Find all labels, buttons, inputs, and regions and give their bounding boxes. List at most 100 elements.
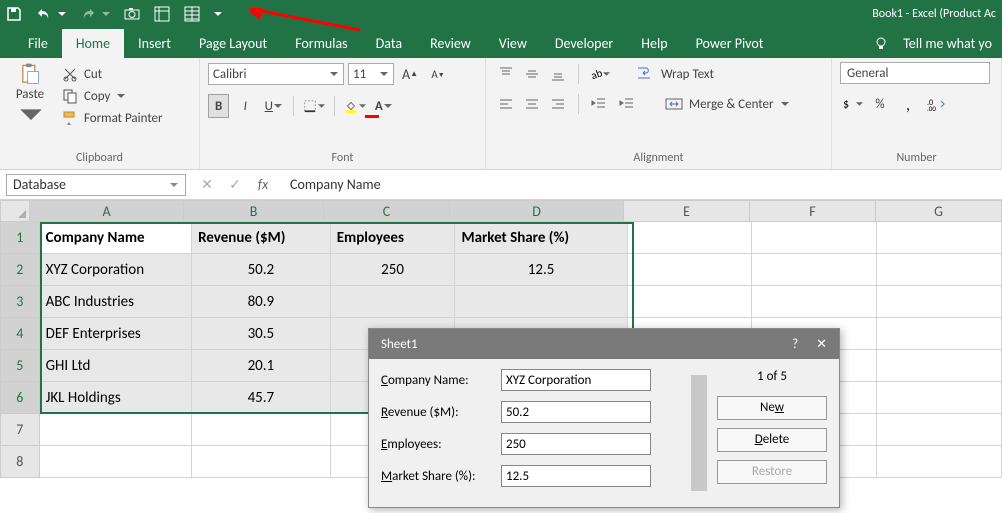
cell-G3[interactable]: [877, 286, 1002, 318]
dialog-delete-button[interactable]: Delete: [717, 428, 827, 452]
bold-button[interactable]: B: [208, 94, 229, 118]
camera-icon[interactable]: [124, 6, 140, 22]
form-input[interactable]: [501, 401, 651, 423]
cell-A3[interactable]: ABC Industries: [40, 286, 192, 318]
form-input[interactable]: [501, 369, 651, 391]
dialog-titlebar[interactable]: Sheet1 ? ✕: [369, 329, 839, 359]
row-header-2[interactable]: 2: [0, 254, 40, 286]
redo-dropdown-icon[interactable]: [102, 6, 110, 22]
cell-B5[interactable]: 20.1: [192, 350, 331, 382]
col-header-A[interactable]: A: [30, 200, 184, 222]
number-format-combo[interactable]: General: [840, 62, 990, 84]
cell-F1[interactable]: [752, 222, 877, 254]
col-header-G[interactable]: G: [876, 200, 1002, 222]
tab-power-pivot[interactable]: Power Pivot: [682, 29, 778, 58]
tab-help[interactable]: Help: [627, 29, 681, 58]
cell-G5[interactable]: [877, 350, 1002, 382]
paste-button[interactable]: Paste: [8, 63, 52, 125]
cell-A6[interactable]: JKL Holdings: [40, 382, 192, 414]
row-header-6[interactable]: 6: [0, 382, 40, 414]
merge-center-button[interactable]: Merge & Center: [659, 94, 795, 114]
cell-B1[interactable]: Revenue ($M): [192, 222, 331, 254]
cell-B3[interactable]: 80.9: [192, 286, 331, 318]
undo-icon[interactable]: [36, 6, 52, 22]
cell-D2[interactable]: 12.5: [455, 254, 627, 286]
cell-F3[interactable]: [752, 286, 877, 318]
align-left-icon[interactable]: [494, 92, 518, 116]
increase-decimal-icon[interactable]: .0.00: [924, 92, 948, 116]
cancel-formula-icon[interactable]: ✕: [196, 176, 218, 193]
tab-home[interactable]: Home: [62, 29, 124, 58]
tellme-icon[interactable]: [873, 36, 889, 52]
cell-G1[interactable]: [877, 222, 1002, 254]
cell-B6[interactable]: 45.7: [192, 382, 331, 414]
cell-G6[interactable]: [877, 382, 1002, 414]
form-input[interactable]: [501, 433, 651, 455]
borders-button[interactable]: [302, 94, 326, 118]
cell-D3[interactable]: [455, 286, 627, 318]
wrap-text-button[interactable]: Wrap Text: [631, 64, 720, 84]
dialog-scrollbar[interactable]: [691, 375, 707, 491]
cell-E2[interactable]: [628, 254, 753, 286]
cell-B4[interactable]: 30.5: [192, 318, 331, 350]
underline-button[interactable]: U: [261, 94, 285, 118]
cell-B8[interactable]: [192, 446, 331, 478]
copy-button[interactable]: Copy: [62, 88, 163, 104]
percent-button[interactable]: %: [868, 92, 892, 116]
cell-A4[interactable]: DEF Enterprises: [40, 318, 192, 350]
accounting-format-button[interactable]: $: [840, 92, 864, 116]
decrease-font-icon[interactable]: A▼: [426, 62, 450, 86]
increase-font-icon[interactable]: A▲: [398, 62, 422, 86]
form-input[interactable]: [501, 465, 651, 487]
row-header-5[interactable]: 5: [0, 350, 40, 382]
cell-D1[interactable]: Market Share (%): [455, 222, 627, 254]
cell-C3[interactable]: [331, 286, 456, 318]
tab-data[interactable]: Data: [362, 29, 416, 58]
cell-G7[interactable]: [877, 414, 1002, 446]
pivot-icon[interactable]: [154, 6, 170, 22]
fill-color-button[interactable]: [343, 94, 367, 118]
tab-formulas[interactable]: Formulas: [281, 29, 361, 58]
undo-dropdown-icon[interactable]: [58, 6, 66, 22]
cell-B7[interactable]: [192, 414, 331, 446]
cell-C1[interactable]: Employees: [331, 222, 456, 254]
fx-icon[interactable]: fx: [252, 176, 274, 193]
cell-C2[interactable]: 250: [331, 254, 456, 286]
row-header-1[interactable]: 1: [0, 222, 40, 254]
cell-E1[interactable]: [628, 222, 753, 254]
cell-A5[interactable]: GHI Ltd: [40, 350, 192, 382]
save-icon[interactable]: [6, 6, 22, 22]
col-header-F[interactable]: F: [750, 200, 876, 222]
decrease-indent-icon[interactable]: [587, 92, 611, 116]
cell-G4[interactable]: [877, 318, 1002, 350]
cell-A1[interactable]: Company Name: [40, 222, 192, 254]
col-header-E[interactable]: E: [624, 200, 750, 222]
redo-icon[interactable]: [80, 6, 96, 22]
close-icon[interactable]: ✕: [816, 337, 827, 352]
align-middle-icon[interactable]: [520, 62, 544, 86]
italic-button[interactable]: I: [233, 94, 257, 118]
row-header-7[interactable]: 7: [0, 414, 40, 446]
align-center-icon[interactable]: [520, 92, 544, 116]
tab-file[interactable]: File: [14, 29, 62, 58]
enter-formula-icon[interactable]: ✓: [224, 176, 246, 193]
cell-A2[interactable]: XYZ Corporation: [40, 254, 192, 286]
tab-review[interactable]: Review: [416, 29, 485, 58]
font-name-combo[interactable]: Calibri: [208, 63, 344, 85]
dialog-new-button[interactable]: New: [717, 396, 827, 420]
row-header-4[interactable]: 4: [0, 318, 40, 350]
form-icon[interactable]: [184, 6, 200, 22]
row-header-3[interactable]: 3: [0, 286, 40, 318]
qat-customize-icon[interactable]: [214, 6, 222, 22]
cut-button[interactable]: Cut: [62, 66, 163, 82]
tab-insert[interactable]: Insert: [124, 29, 185, 58]
orientation-button[interactable]: ab: [587, 62, 611, 86]
col-header-D[interactable]: D: [450, 200, 624, 222]
tab-view[interactable]: View: [485, 29, 541, 58]
name-box[interactable]: Database: [6, 174, 186, 196]
cell-B2[interactable]: 50.2: [192, 254, 331, 286]
align-top-icon[interactable]: [494, 62, 518, 86]
cell-A8[interactable]: [40, 446, 192, 478]
formula-input[interactable]: Company Name: [284, 176, 1002, 193]
align-right-icon[interactable]: [546, 92, 570, 116]
